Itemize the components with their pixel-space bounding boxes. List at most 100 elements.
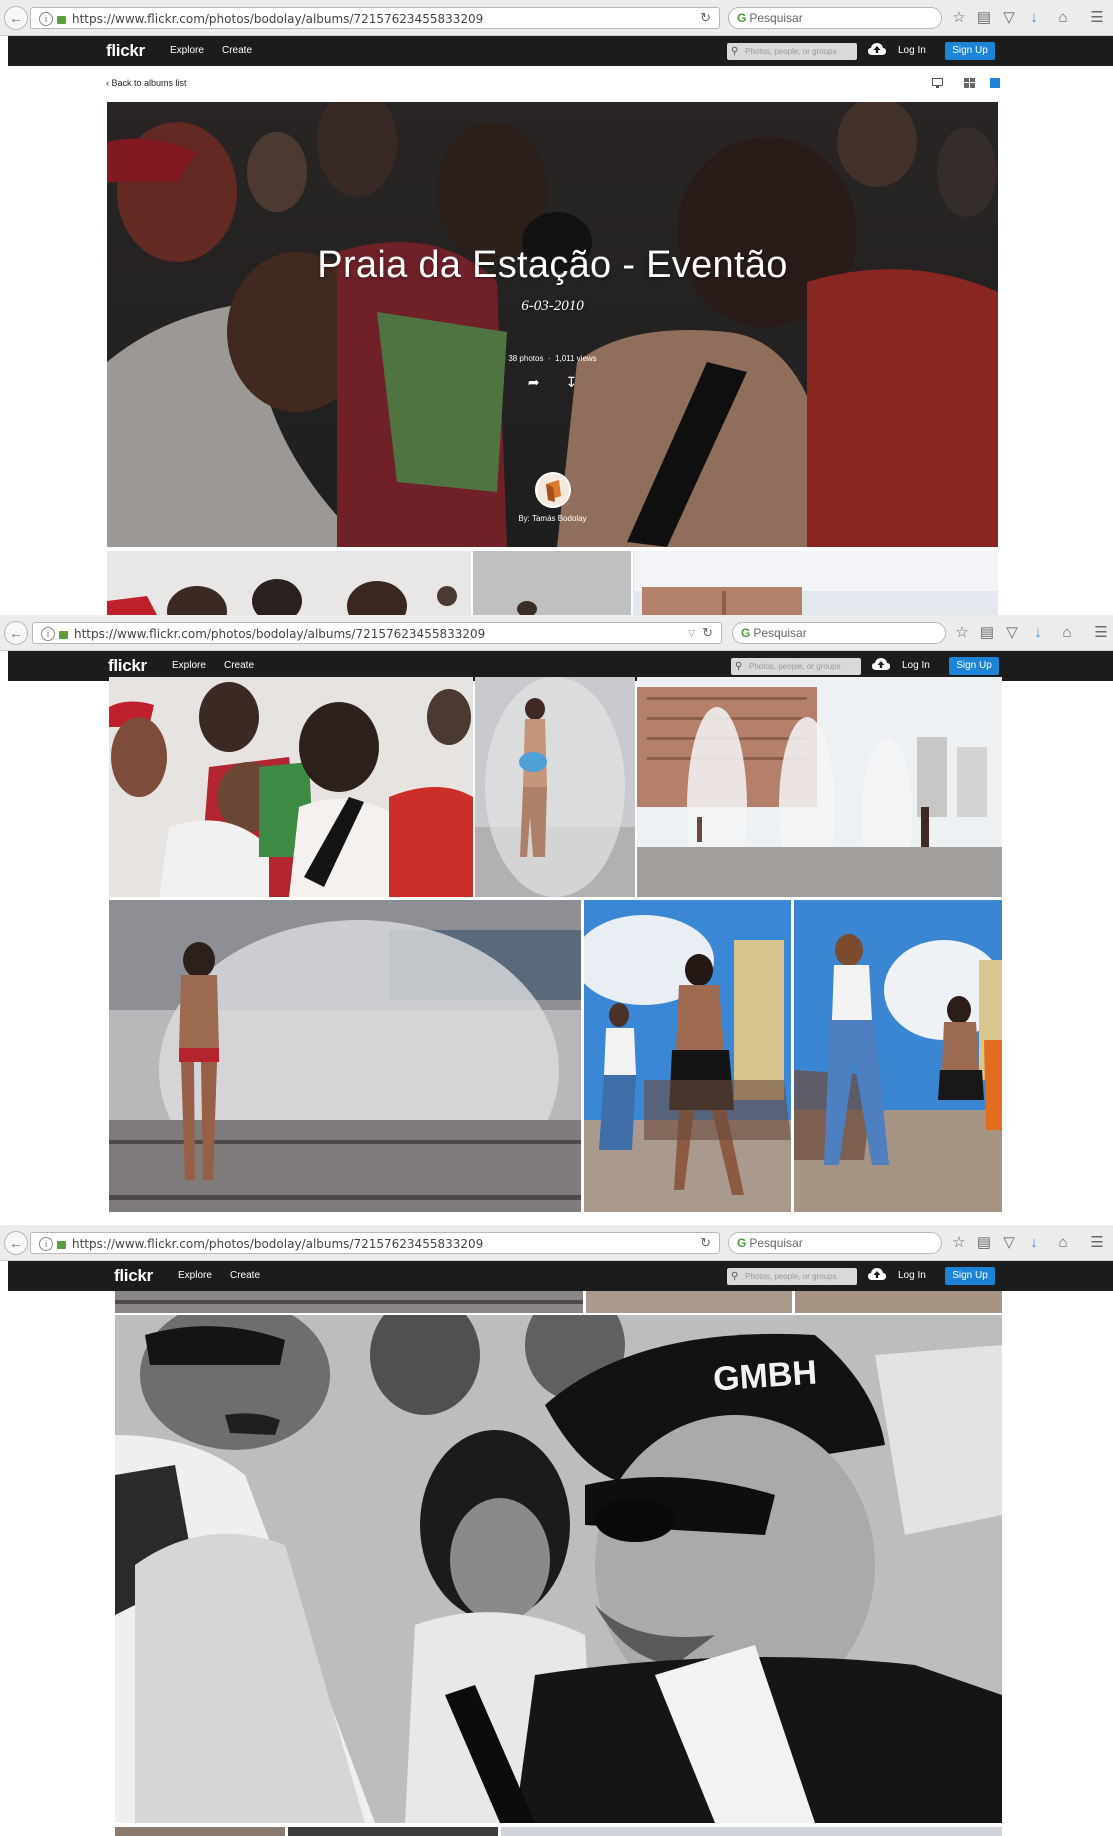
login-link[interactable]: Log In bbox=[898, 45, 926, 56]
album-title: Praia da Estação - Eventão bbox=[317, 244, 788, 286]
browser-toolbar: ← i https://www.flickr.com/photos/bodolay… bbox=[0, 0, 1113, 36]
avatar-image bbox=[537, 474, 569, 506]
album-actions: ➦ ↧ bbox=[107, 374, 998, 391]
flickr-search-input[interactable]: ⚲ Photos, people, or groups bbox=[727, 43, 857, 60]
view-count: 1,011 views bbox=[555, 354, 597, 363]
photo-tile[interactable] bbox=[109, 677, 473, 897]
slideshow-icon[interactable] bbox=[932, 78, 943, 88]
grid-view-icon[interactable] bbox=[964, 78, 975, 88]
photo-tile[interactable]: GMBH bbox=[115, 1315, 1002, 1823]
home-icon[interactable]: ⌂ bbox=[1054, 1233, 1072, 1253]
nav-explore[interactable]: Explore bbox=[172, 660, 206, 671]
flickr-logo[interactable]: flickr bbox=[114, 1266, 153, 1286]
browser-search-placeholder: Pesquisar bbox=[749, 1236, 803, 1250]
search-placeholder: Photos, people, or groups bbox=[745, 47, 837, 56]
login-link[interactable]: Log In bbox=[898, 1270, 926, 1281]
star-icon[interactable]: ☆ bbox=[950, 1233, 968, 1253]
info-icon[interactable]: i bbox=[39, 1236, 53, 1251]
search-icon: ⚲ bbox=[731, 46, 739, 57]
info-icon[interactable]: i bbox=[39, 11, 53, 26]
download-icon[interactable]: ↓ bbox=[1029, 623, 1047, 643]
upload-cloud-icon[interactable] bbox=[868, 1267, 886, 1281]
pocket-icon[interactable]: ▽ bbox=[1000, 8, 1018, 28]
photo-tile[interactable] bbox=[109, 900, 581, 1212]
address-bar[interactable]: i https://www.flickr.com/photos/bodolay/a… bbox=[32, 622, 722, 644]
browser-search-box[interactable]: G Pesquisar bbox=[732, 622, 946, 644]
pocket-icon[interactable]: ▽ bbox=[1000, 1233, 1018, 1253]
browser-search-box[interactable]: G Pesquisar bbox=[728, 1232, 942, 1254]
nav-explore[interactable]: Explore bbox=[178, 1270, 212, 1281]
browser-search-placeholder: Pesquisar bbox=[753, 626, 807, 640]
lock-icon bbox=[57, 15, 66, 24]
nav-create[interactable]: Create bbox=[230, 1270, 260, 1281]
chevron-left-icon: ‹ bbox=[106, 78, 109, 88]
album-author[interactable]: By: Tamás Bodolay bbox=[107, 514, 998, 523]
back-arrow-icon[interactable]: ← bbox=[4, 1231, 28, 1255]
star-icon[interactable]: ☆ bbox=[950, 8, 968, 28]
reading-list-icon[interactable]: ▤ bbox=[975, 8, 993, 28]
reload-icon[interactable]: ↻ bbox=[700, 8, 711, 28]
star-icon[interactable]: ☆ bbox=[953, 623, 971, 643]
photo-man-fountain bbox=[475, 677, 635, 897]
photo-tile[interactable] bbox=[584, 900, 791, 1212]
photo-bw-guard: GMBH bbox=[115, 1315, 1002, 1823]
nav-explore[interactable]: Explore bbox=[170, 45, 204, 56]
reading-list-icon[interactable]: ▤ bbox=[975, 1233, 993, 1253]
url-text: https://www.flickr.com/photos/bodolay/al… bbox=[72, 1236, 484, 1251]
back-to-albums-link[interactable]: ‹ Back to albums list bbox=[106, 78, 187, 88]
signup-button[interactable]: Sign Up bbox=[945, 1267, 995, 1285]
download-icon[interactable]: ↓ bbox=[1025, 1233, 1043, 1253]
home-icon[interactable]: ⌂ bbox=[1054, 8, 1072, 28]
screenshot-album-header: ← i https://www.flickr.com/photos/bodolay… bbox=[0, 0, 1113, 615]
reload-icon[interactable]: ↻ bbox=[700, 1233, 711, 1253]
upload-cloud-icon[interactable] bbox=[872, 657, 890, 671]
flickr-logo[interactable]: flickr bbox=[108, 656, 147, 676]
avatar[interactable] bbox=[535, 472, 571, 508]
menu-icon[interactable]: ☰ bbox=[1092, 623, 1110, 643]
signup-button[interactable]: Sign Up bbox=[945, 42, 995, 60]
info-icon[interactable]: i bbox=[41, 626, 55, 641]
flickr-search-input[interactable]: ⚲ Photos, people, or groups bbox=[727, 1268, 857, 1285]
menu-icon[interactable]: ☰ bbox=[1088, 1233, 1106, 1253]
dropdown-icon[interactable]: ▽ bbox=[688, 623, 695, 643]
login-link[interactable]: Log In bbox=[902, 660, 930, 671]
photo-tile[interactable] bbox=[794, 900, 1002, 1212]
nav-create[interactable]: Create bbox=[222, 45, 252, 56]
pocket-icon[interactable]: ▽ bbox=[1003, 623, 1021, 643]
photo-row-next-peek-image bbox=[115, 1827, 1002, 1836]
home-icon[interactable]: ⌂ bbox=[1058, 623, 1076, 643]
photo-row-peek bbox=[107, 551, 998, 615]
download-icon[interactable]: ↓ bbox=[1025, 8, 1043, 28]
reload-icon[interactable]: ↻ bbox=[702, 623, 713, 643]
nav-create[interactable]: Create bbox=[224, 660, 254, 671]
flickr-search-input[interactable]: ⚲ Photos, people, or groups bbox=[731, 658, 861, 675]
flickr-navbar: flickr Explore Create ⚲ Photos, people, o… bbox=[8, 1261, 1113, 1291]
browser-search-box[interactable]: G Pesquisar bbox=[728, 7, 942, 29]
flickr-logo[interactable]: flickr bbox=[106, 41, 145, 61]
menu-icon[interactable]: ☰ bbox=[1088, 8, 1106, 28]
cap-text: GMBH bbox=[712, 1353, 818, 1398]
screenshot-photo-grid: ← i https://www.flickr.com/photos/bodolay… bbox=[0, 615, 1113, 1225]
photo-tile[interactable] bbox=[637, 677, 1002, 897]
photo-dancers-2 bbox=[794, 900, 1002, 1212]
search-placeholder: Photos, people, or groups bbox=[749, 662, 841, 671]
url-text: https://www.flickr.com/photos/bodolay/al… bbox=[74, 626, 486, 641]
search-icon: ⚲ bbox=[735, 661, 743, 672]
search-icon: ⚲ bbox=[731, 1271, 739, 1282]
share-icon[interactable]: ➦ bbox=[528, 374, 540, 391]
justified-view-icon[interactable] bbox=[990, 78, 1001, 88]
reading-list-icon[interactable]: ▤ bbox=[978, 623, 996, 643]
signup-button[interactable]: Sign Up bbox=[949, 657, 999, 675]
photo-tile[interactable] bbox=[475, 677, 635, 897]
album-date: 6-03-2010 bbox=[521, 298, 584, 314]
back-arrow-icon[interactable]: ← bbox=[4, 6, 28, 30]
upload-cloud-icon[interactable] bbox=[868, 42, 886, 56]
address-bar[interactable]: i https://www.flickr.com/photos/bodolay/a… bbox=[30, 7, 720, 29]
back-arrow-icon[interactable]: ← bbox=[4, 621, 28, 645]
address-bar[interactable]: i https://www.flickr.com/photos/bodolay/a… bbox=[30, 1232, 720, 1254]
url-text: https://www.flickr.com/photos/bodolay/al… bbox=[72, 11, 484, 26]
search-placeholder: Photos, people, or groups bbox=[745, 1272, 837, 1281]
lock-icon bbox=[57, 1240, 66, 1249]
download-album-icon[interactable]: ↧ bbox=[566, 374, 578, 391]
photo-row-tail bbox=[115, 1291, 1002, 1313]
